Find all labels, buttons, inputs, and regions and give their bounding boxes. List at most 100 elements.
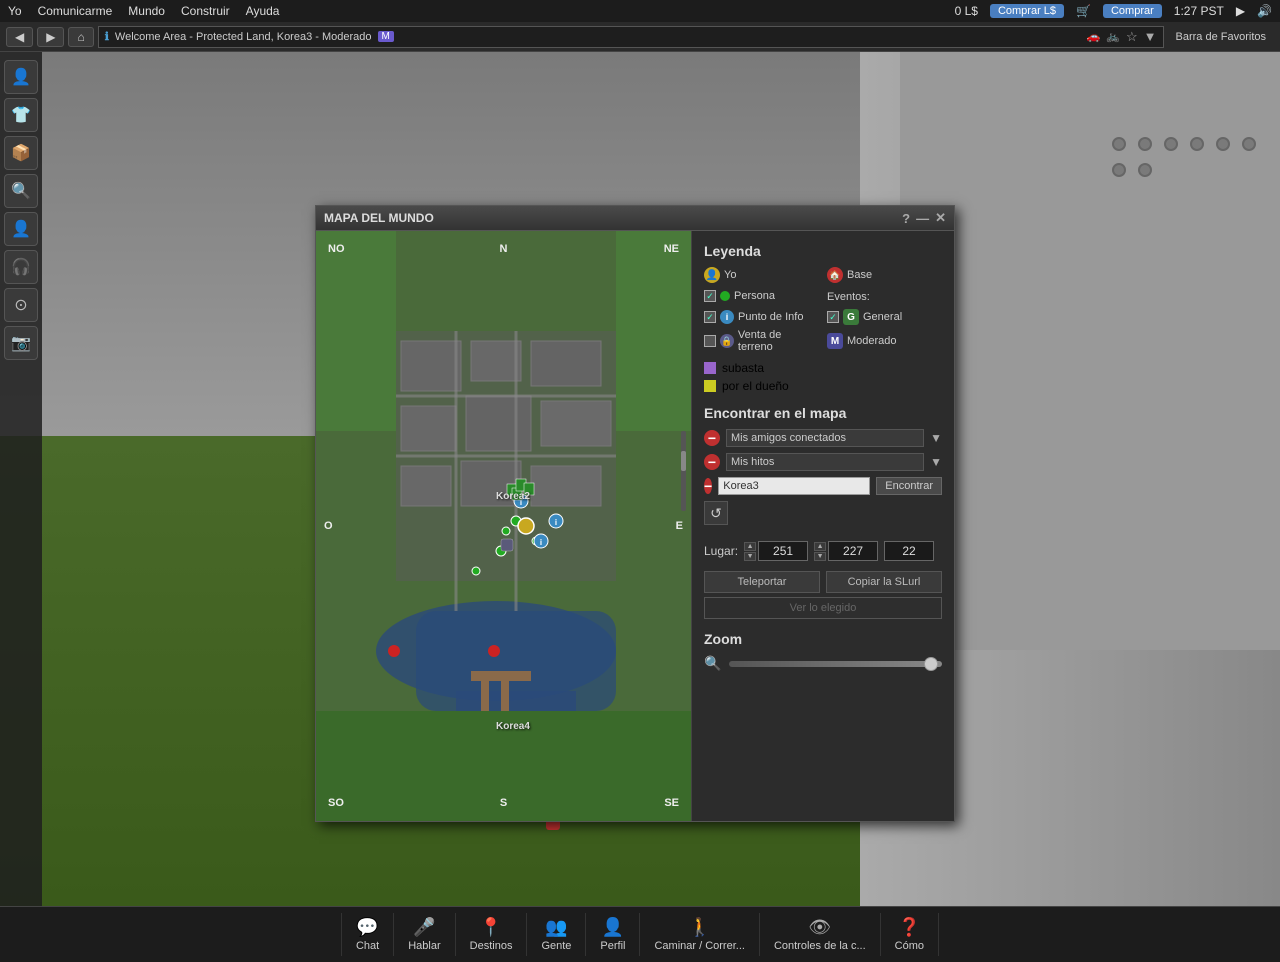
remove-row3-button[interactable]: − <box>704 478 712 494</box>
gente-label: Gente <box>541 940 571 952</box>
map-canvas[interactable]: i i i <box>316 231 691 821</box>
compass-o: O <box>324 520 333 532</box>
nav-bar: ◀ ▶ ⌂ ℹ Welcome Area - Protected Land, K… <box>0 22 1280 52</box>
clock-display: 1:27 PST <box>1174 4 1224 18</box>
camera-ctrl-label: Controles de la c... <box>774 940 866 952</box>
gente-button[interactable]: 👥 Gente <box>527 913 586 956</box>
sidebar-camera-icon[interactable]: 📷 <box>4 326 38 360</box>
legend-info: i Punto de Info <box>704 309 819 325</box>
zoom-thumb[interactable] <box>924 657 938 671</box>
chat-button[interactable]: 💬 Chat <box>341 913 394 956</box>
teleport-button[interactable]: Teleportar <box>704 571 820 593</box>
compass-e: E <box>676 520 683 532</box>
destinos-label: Destinos <box>470 940 513 952</box>
coord-y-up[interactable]: ▲ <box>814 542 826 551</box>
view-selected-button[interactable]: Ver lo elegido <box>704 597 942 619</box>
home-button[interactable]: ⌂ <box>68 27 93 47</box>
map-area[interactable]: i i i <box>316 231 691 821</box>
how-button[interactable]: ❓ Cómo <box>881 913 939 956</box>
move-button[interactable]: 🚶 Caminar / Correr... <box>640 913 759 956</box>
stream-icon: ▶ <box>1236 4 1245 18</box>
top-menubar: Yo Comunicarme Mundo Construir Ayuda 0 L… <box>0 0 1280 22</box>
favorites-bar[interactable]: Barra de Favoritos <box>1168 31 1274 43</box>
info-legend-icon: i <box>720 310 734 324</box>
compass-so: SO <box>328 797 344 809</box>
menu-mundo[interactable]: Mundo <box>128 4 165 18</box>
land-checkbox[interactable] <box>704 335 716 347</box>
coords-section: Lugar: ▲ ▼ 251 ▲ ▼ 227 22 <box>704 541 942 561</box>
persona-checkbox[interactable] <box>704 290 716 302</box>
find-select-2[interactable]: Mis hitos <box>726 453 924 471</box>
chat-icon: 💬 <box>356 917 378 938</box>
perfil-label: Perfil <box>600 940 625 952</box>
compass-s: S <box>500 797 507 809</box>
legend-grid: 👤 Yo 🏠 Base Persona <box>704 267 942 353</box>
dialog-help-button[interactable]: ? <box>902 211 910 226</box>
event-moderado-label: Moderado <box>847 335 897 347</box>
how-icon: ❓ <box>898 917 920 938</box>
forward-button[interactable]: ▶ <box>37 27 64 47</box>
destinos-icon: 📍 <box>480 917 502 938</box>
zoom-title: Zoom <box>704 631 942 647</box>
dialog-close-button[interactable]: ✕ <box>935 210 946 226</box>
dialog-body: i i i <box>316 231 954 821</box>
back-button[interactable]: ◀ <box>6 27 33 47</box>
sidebar-headphones-icon[interactable]: 🎧 <box>4 250 38 284</box>
bottom-taskbar: 💬 Chat 🎤 Hablar 📍 Destinos 👥 Gente 👤 Per… <box>0 906 1280 962</box>
camera-ctrl-button[interactable]: 👁 Controles de la c... <box>760 913 881 956</box>
bike-icon: 🚲 <box>1106 30 1120 43</box>
coord-y-down[interactable]: ▼ <box>814 552 826 561</box>
coord-x-input[interactable]: 251 <box>758 541 808 561</box>
coord-z-input[interactable]: 22 <box>884 541 934 561</box>
dueno-row: por el dueño <box>704 379 942 393</box>
info-checkbox[interactable] <box>704 311 716 323</box>
find-button[interactable]: Encontrar <box>876 477 942 495</box>
coords-label: Lugar: <box>704 544 738 558</box>
general-checkbox[interactable] <box>827 311 839 323</box>
coord-x-group: ▲ ▼ 251 <box>744 541 808 561</box>
dialog-minimize-button[interactable]: — <box>916 211 929 226</box>
sidebar-inventory-icon[interactable]: 📦 <box>4 136 38 170</box>
sidebar-radio-icon[interactable]: ⊙ <box>4 288 38 322</box>
star-icon[interactable]: ☆ <box>1126 29 1138 45</box>
coord-y-input[interactable]: 227 <box>828 541 878 561</box>
buy-button[interactable]: Comprar <box>1103 4 1162 18</box>
refresh-button[interactable]: ↺ <box>704 501 728 525</box>
legend-land: 🔒 Venta de terreno <box>704 329 819 353</box>
menu-comunicarme[interactable]: Comunicarme <box>38 4 113 18</box>
find-arrow-1[interactable]: ▼ <box>930 431 942 445</box>
coord-x-up[interactable]: ▲ <box>744 542 756 551</box>
destinos-button[interactable]: 📍 Destinos <box>456 913 528 956</box>
find-arrow-2[interactable]: ▼ <box>930 455 942 469</box>
talk-icon: 🎤 <box>413 917 435 938</box>
buy-linden-button[interactable]: Comprar L$ <box>990 4 1064 18</box>
menu-yo[interactable]: Yo <box>8 4 22 18</box>
coord-x-spinner: ▲ ▼ <box>744 542 756 561</box>
find-row-2: − Mis hitos ▼ <box>704 453 942 471</box>
copy-slurl-button[interactable]: Copiar la SLurl <box>826 571 942 593</box>
remove-row2-button[interactable]: − <box>704 454 720 470</box>
land-legend-icon: 🔒 <box>720 334 734 348</box>
info-icon: ℹ <box>105 30 109 43</box>
talk-button[interactable]: 🎤 Hablar <box>394 913 455 956</box>
perfil-button[interactable]: 👤 Perfil <box>586 913 640 956</box>
base-legend-icon: 🏠 <box>827 267 843 283</box>
find-select-1[interactable]: Mis amigos conectados <box>726 429 924 447</box>
menu-ayuda[interactable]: Ayuda <box>246 4 280 18</box>
compass-se: SE <box>664 797 679 809</box>
remove-row1-button[interactable]: − <box>704 430 720 446</box>
menu-construir[interactable]: Construir <box>181 4 230 18</box>
world-map-dialog: MAPA DEL MUNDO ? — ✕ <box>315 205 955 822</box>
zoom-row: 🔍 <box>704 655 942 672</box>
find-input[interactable] <box>718 477 870 495</box>
compass-no: NO <box>328 243 345 255</box>
sidebar-search-icon[interactable]: 🔍 <box>4 174 38 208</box>
sidebar-shirt-icon[interactable]: 👕 <box>4 98 38 132</box>
sidebar-people-icon[interactable]: 👤 <box>4 60 38 94</box>
zoom-slider[interactable] <box>729 661 942 667</box>
event-moderado: M Moderado <box>827 329 942 353</box>
sidebar-person-icon[interactable]: 👤 <box>4 212 38 246</box>
chevron-down-icon[interactable]: ▼ <box>1144 29 1157 44</box>
zoom-section: Zoom 🔍 <box>704 631 942 672</box>
coord-x-down[interactable]: ▼ <box>744 552 756 561</box>
